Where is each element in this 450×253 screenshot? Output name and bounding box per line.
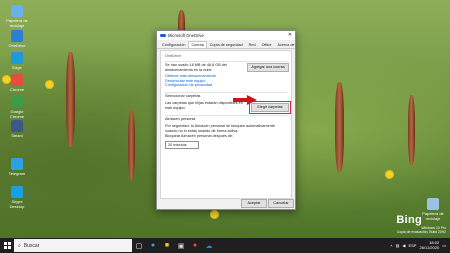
- red-arrow-icon: [233, 95, 257, 105]
- search-placeholder: Buscar: [23, 242, 40, 249]
- volume-icon[interactable]: ◀: [402, 243, 405, 248]
- tab-office[interactable]: Office: [259, 41, 275, 48]
- chrome-taskbar-icon[interactable]: ●: [188, 238, 202, 253]
- ok-button[interactable]: Aceptar: [241, 199, 267, 208]
- desktop-icon-label: Skype Desktop: [9, 199, 25, 209]
- onedrive-icon: [11, 30, 23, 42]
- tab-cuenta[interactable]: Cuenta: [188, 41, 207, 48]
- tab-copia-seguridad[interactable]: Copia de seguridad: [207, 41, 246, 48]
- desktop-icon-edge[interactable]: Edge: [4, 52, 30, 70]
- onedrive-taskbar-icon[interactable]: ☁: [202, 238, 216, 253]
- personal-vault-heading: Almacén personal: [165, 117, 196, 121]
- bing-watermark: Bing: [396, 214, 422, 226]
- edge-icon: [11, 52, 23, 64]
- desktop-icon-onedrive[interactable]: OneDrive: [4, 30, 30, 48]
- desktop-icon-label: Telegram: [8, 171, 26, 176]
- system-tray: ˄ ▤ ◀ ESP 18:02 26/11/2020 ▭: [390, 240, 450, 250]
- edge-taskbar-icon[interactable]: ●: [146, 238, 160, 253]
- file-explorer-icon[interactable]: ■: [160, 238, 174, 253]
- telegram-icon: [11, 158, 23, 170]
- divider: [165, 61, 287, 62]
- windows-watermark: Windows 10 Pro Copia de evaluación. Buil…: [397, 226, 446, 234]
- desktop-icon-label: Steam: [11, 133, 23, 138]
- desktop-icon-google-chrome[interactable]: Google Chrome: [4, 96, 30, 119]
- plant-stalk: [128, 110, 135, 180]
- tab-configuracion[interactable]: Configuración: [159, 41, 188, 48]
- window-titlebar[interactable]: Microsoft OneDrive ✕: [157, 31, 295, 40]
- desktop-icon-skype[interactable]: Skype Desktop: [4, 186, 30, 209]
- desktop-icon-label: Chrome: [9, 87, 25, 92]
- taskbar: ⌕ Buscar ▢ ● ■ ▣ ● ☁ ˄ ▤ ◀ ESP 18:02 26/…: [0, 238, 450, 253]
- select-folders-heading: Seleccionar carpetas: [165, 94, 201, 98]
- personal-vault-text: Por seguridad, tu Almacén personal se bl…: [165, 124, 275, 133]
- watermark-line: Copia de evaluación. Build 20H2: [396, 230, 446, 234]
- start-button[interactable]: [0, 238, 14, 253]
- lock-after-value: 20 minutos: [168, 143, 187, 147]
- desktop-icon-label: OneDrive: [8, 43, 26, 48]
- tab-bar: Configuración Cuenta Copia de seguridad …: [157, 40, 295, 49]
- lock-after-label: Bloquear Almacén personal después de:: [165, 134, 234, 138]
- tab-acerca-de[interactable]: Acerca de: [274, 41, 297, 48]
- yellow-flower: [210, 210, 219, 219]
- network-icon[interactable]: ▤: [396, 243, 400, 248]
- language-indicator[interactable]: ESP: [408, 243, 416, 248]
- plant-stalk: [66, 52, 75, 147]
- onedrive-cloud-icon: [160, 34, 166, 37]
- close-button[interactable]: ✕: [285, 31, 295, 40]
- clock[interactable]: 18:02 26/11/2020: [419, 240, 440, 250]
- yellow-flower: [385, 170, 394, 179]
- steam-icon: [11, 120, 23, 132]
- window-title: Microsoft OneDrive: [168, 33, 204, 38]
- account-panel: OneDrive Se han usado 18 MB de 46,6 GB d…: [160, 50, 292, 199]
- desktop-icon-chrome[interactable]: Chrome: [4, 74, 30, 92]
- chrome-icon: [11, 74, 23, 86]
- search-icon: ⌕: [18, 242, 21, 249]
- desktop-icon-steam[interactable]: Steam: [4, 120, 30, 138]
- skype-icon: [11, 186, 23, 198]
- desktop-icon-label: Edge: [12, 65, 22, 70]
- tab-red[interactable]: Red: [246, 41, 259, 48]
- account-name: OneDrive: [165, 54, 182, 58]
- desktop-icon-telegram[interactable]: Telegram: [4, 158, 30, 176]
- google-chrome-icon: [11, 96, 23, 108]
- recycle-bin-icon: [427, 198, 439, 210]
- desktop-icon-recycle-bin[interactable]: Papelera de reciclaje: [4, 5, 30, 28]
- desktop-icon-label: Papelera de reciclaje: [6, 18, 28, 28]
- plant-stalk: [335, 82, 344, 172]
- task-view-icon[interactable]: ▢: [132, 238, 146, 253]
- store-icon[interactable]: ▣: [174, 238, 188, 253]
- desktop-icon-label: Google Chrome: [9, 109, 25, 119]
- privacy-settings-link[interactable]: Configuración de privacidad: [165, 83, 212, 88]
- notifications-icon[interactable]: ▭: [442, 243, 446, 248]
- taskbar-search-box[interactable]: ⌕ Buscar: [14, 239, 132, 252]
- onedrive-settings-window: Microsoft OneDrive ✕ Configuración Cuent…: [156, 30, 296, 210]
- recycle-bin-icon: [11, 5, 23, 17]
- divider: [165, 115, 287, 116]
- yellow-flower: [45, 80, 54, 89]
- add-account-button[interactable]: Agregar una cuenta: [247, 63, 289, 72]
- clock-date: 26/11/2020: [419, 244, 440, 250]
- divider: [165, 92, 287, 93]
- windows-logo-icon: [3, 242, 11, 249]
- cancel-button[interactable]: Cancelar: [268, 199, 294, 208]
- desktop-icon-recycle-bin-right[interactable]: Papelera de reciclaje: [420, 198, 446, 221]
- desktop-icon-label: Papelera de reciclaje: [422, 211, 444, 221]
- storage-text: Se han usado 18 MB de 46,6 GB del almace…: [165, 63, 227, 72]
- plant-stalk: [408, 95, 415, 165]
- chevron-up-icon[interactable]: ˄: [390, 243, 392, 248]
- lock-after-select[interactable]: 20 minutos: [165, 141, 199, 149]
